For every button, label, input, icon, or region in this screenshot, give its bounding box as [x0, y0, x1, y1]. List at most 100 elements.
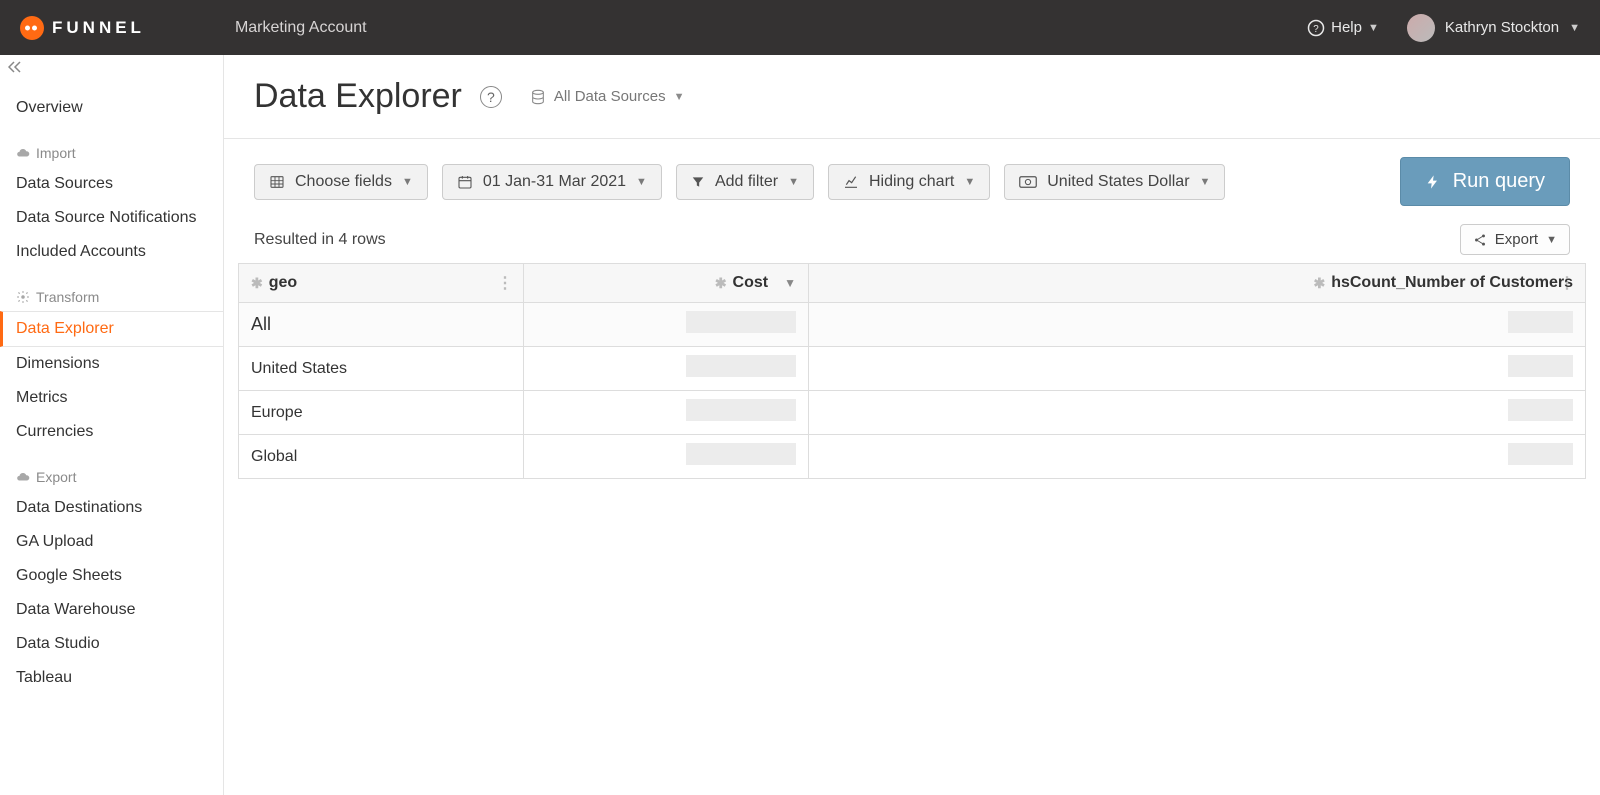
currency-button[interactable]: United States Dollar ▼	[1004, 164, 1225, 200]
table-row: United States	[239, 347, 1586, 391]
gear-icon: ✱	[251, 275, 263, 292]
cloud-upload-icon	[16, 470, 30, 484]
cell-geo: All	[239, 303, 524, 347]
brand-logo[interactable]: FUNNEL	[20, 16, 145, 40]
help-label: Help	[1331, 19, 1362, 36]
account-name[interactable]: Marketing Account	[235, 19, 367, 37]
sidebar-item-dimensions[interactable]: Dimensions	[0, 347, 223, 381]
sidebar-item-metrics[interactable]: Metrics	[0, 381, 223, 415]
column-header-geo[interactable]: ✱ geo ⋮	[239, 264, 524, 303]
money-icon	[1019, 175, 1037, 189]
add-filter-button[interactable]: Add filter ▼	[676, 164, 814, 200]
sidebar-collapse-button[interactable]	[0, 61, 223, 83]
sidebar-item-data-destinations[interactable]: Data Destinations	[0, 491, 223, 525]
caret-down-icon: ▼	[964, 176, 975, 188]
brand-name: FUNNEL	[52, 18, 145, 38]
sidebar-item-data-explorer[interactable]: Data Explorer	[0, 311, 223, 347]
sort-desc-icon: ▼	[784, 276, 796, 290]
database-icon	[530, 89, 546, 105]
cell-geo: Europe	[239, 391, 524, 435]
cloud-download-icon	[16, 146, 30, 160]
choose-fields-button[interactable]: Choose fields ▼	[254, 164, 428, 200]
caret-down-icon: ▼	[636, 176, 647, 188]
caret-down-icon: ▼	[788, 176, 799, 188]
column-header-customers[interactable]: ✱ hsCount_Number of Customers ⋮	[809, 264, 1586, 303]
page-header: Data Explorer ? All Data Sources ▼	[224, 55, 1600, 139]
date-range-button[interactable]: 01 Jan-31 Mar 2021 ▼	[442, 164, 662, 200]
caret-down-icon: ▼	[1546, 234, 1557, 246]
sidebar-item-overview[interactable]: Overview	[0, 83, 223, 125]
user-name: Kathryn Stockton	[1445, 19, 1559, 36]
help-icon: ?	[1307, 19, 1325, 37]
redacted-value	[1508, 311, 1573, 333]
results-table: ✱ geo ⋮ ✱ Cost ▼	[238, 263, 1586, 479]
run-query-label: Run query	[1453, 170, 1545, 193]
run-query-button[interactable]: Run query	[1400, 157, 1570, 206]
choose-fields-label: Choose fields	[295, 173, 392, 191]
chart-toggle-label: Hiding chart	[869, 173, 954, 191]
redacted-value	[686, 311, 796, 333]
calendar-icon	[457, 174, 473, 190]
chevron-double-left-icon	[8, 61, 22, 73]
sidebar-item-ga-upload[interactable]: GA Upload	[0, 525, 223, 559]
cell-customers	[809, 435, 1586, 479]
cell-cost	[524, 347, 809, 391]
results-bar: Resulted in 4 rows Export ▼	[224, 224, 1600, 263]
help-menu[interactable]: ? Help ▼	[1307, 19, 1379, 37]
main-content: Data Explorer ? All Data Sources ▼ Choos…	[224, 55, 1600, 795]
brand-mark-icon	[20, 16, 44, 40]
caret-down-icon: ▼	[402, 176, 413, 188]
column-label: Cost	[733, 274, 769, 292]
sidebar-item-data-warehouse[interactable]: Data Warehouse	[0, 593, 223, 627]
table-row-all: All	[239, 303, 1586, 347]
sidebar-group-transform: Transform	[0, 269, 223, 311]
share-icon	[1473, 233, 1487, 247]
export-label: Export	[1495, 231, 1538, 248]
sidebar-group-label: Import	[36, 145, 76, 161]
table-row: Global	[239, 435, 1586, 479]
cell-geo: Global	[239, 435, 524, 479]
svg-text:?: ?	[1313, 23, 1319, 34]
chart-toggle-button[interactable]: Hiding chart ▼	[828, 164, 990, 200]
page-help-button[interactable]: ?	[480, 86, 502, 108]
cell-cost	[524, 303, 809, 347]
data-source-selector[interactable]: All Data Sources ▼	[530, 88, 685, 105]
column-label: geo	[269, 274, 297, 292]
chart-line-icon	[843, 174, 859, 190]
export-button[interactable]: Export ▼	[1460, 224, 1570, 255]
sidebar-item-google-sheets[interactable]: Google Sheets	[0, 559, 223, 593]
column-menu-button[interactable]: ⋮	[497, 273, 513, 293]
cell-customers	[809, 347, 1586, 391]
column-menu-button[interactable]: ⋮	[1559, 273, 1575, 293]
filter-icon	[691, 175, 705, 189]
redacted-value	[686, 443, 796, 465]
gear-icon	[16, 290, 30, 304]
redacted-value	[686, 399, 796, 421]
caret-down-icon: ▼	[1569, 22, 1580, 34]
currency-label: United States Dollar	[1047, 173, 1189, 191]
caret-down-icon: ▼	[1368, 22, 1379, 34]
column-label: hsCount_Number of Customers	[1331, 274, 1573, 292]
query-toolbar: Choose fields ▼ 01 Jan-31 Mar 2021 ▼ Add…	[224, 139, 1600, 224]
redacted-value	[1508, 443, 1573, 465]
cell-cost	[524, 435, 809, 479]
caret-down-icon: ▼	[1200, 176, 1211, 188]
sidebar-group-export: Export	[0, 449, 223, 491]
redacted-value	[1508, 399, 1573, 421]
user-menu[interactable]: Kathryn Stockton ▼	[1407, 14, 1580, 42]
app-header: FUNNEL Marketing Account ? Help ▼ Kathry…	[0, 0, 1600, 55]
redacted-value	[1508, 355, 1573, 377]
gear-icon: ✱	[1313, 275, 1325, 292]
sidebar-item-included-accounts[interactable]: Included Accounts	[0, 235, 223, 269]
results-summary: Resulted in 4 rows	[254, 231, 386, 249]
sidebar-item-data-source-notifications[interactable]: Data Source Notifications	[0, 201, 223, 235]
page-title: Data Explorer	[254, 77, 462, 116]
sidebar-item-data-studio[interactable]: Data Studio	[0, 627, 223, 661]
column-header-cost[interactable]: ✱ Cost ▼	[524, 264, 809, 303]
table-icon	[269, 174, 285, 190]
sidebar-item-currencies[interactable]: Currencies	[0, 415, 223, 449]
sidebar-group-import: Import	[0, 125, 223, 167]
sidebar-item-tableau[interactable]: Tableau	[0, 661, 223, 695]
sidebar-item-data-sources[interactable]: Data Sources	[0, 167, 223, 201]
date-range-label: 01 Jan-31 Mar 2021	[483, 173, 626, 191]
